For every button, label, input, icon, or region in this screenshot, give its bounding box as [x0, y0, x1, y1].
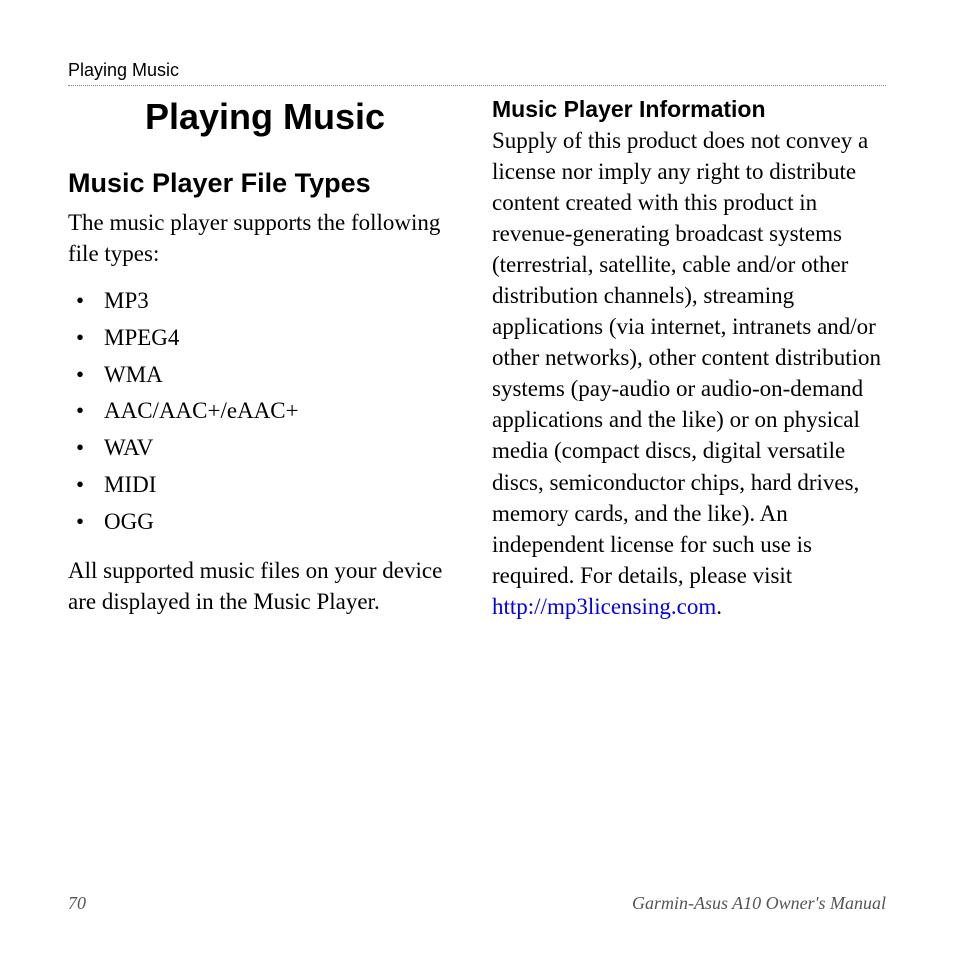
info-body: Supply of this product does not convey a…	[492, 125, 886, 622]
right-column: Music Player Information Supply of this …	[492, 96, 886, 873]
info-period: .	[716, 594, 722, 619]
manual-name: Garmin-Asus A10 Owner's Manual	[632, 893, 886, 914]
header-section: Playing Music	[68, 60, 179, 80]
info-body-text: Supply of this product does not convey a…	[492, 128, 881, 588]
list-item: MP3	[68, 283, 462, 320]
info-heading: Music Player Information	[492, 96, 886, 123]
list-item: WAV	[68, 430, 462, 467]
intro-text: The music player supports the following …	[68, 207, 462, 269]
section-subtitle: Music Player File Types	[68, 168, 462, 199]
file-types-list: MP3 MPEG4 WMA AAC/AAC+/eAAC+ WAV MIDI OG…	[68, 283, 462, 541]
content-area: Playing Music Music Player File Types Th…	[68, 96, 886, 873]
list-item: MIDI	[68, 467, 462, 504]
left-column: Playing Music Music Player File Types Th…	[68, 96, 462, 873]
list-item: MPEG4	[68, 320, 462, 357]
outro-text: All supported music files on your device…	[68, 555, 462, 617]
list-item: WMA	[68, 357, 462, 394]
list-item: OGG	[68, 504, 462, 541]
licensing-link[interactable]: http://mp3licensing.com	[492, 594, 716, 619]
page-header: Playing Music	[68, 60, 886, 86]
list-item: AAC/AAC+/eAAC+	[68, 393, 462, 430]
page-number: 70	[68, 893, 86, 914]
page-footer: 70 Garmin-Asus A10 Owner's Manual	[68, 873, 886, 914]
page-title: Playing Music	[68, 96, 462, 138]
